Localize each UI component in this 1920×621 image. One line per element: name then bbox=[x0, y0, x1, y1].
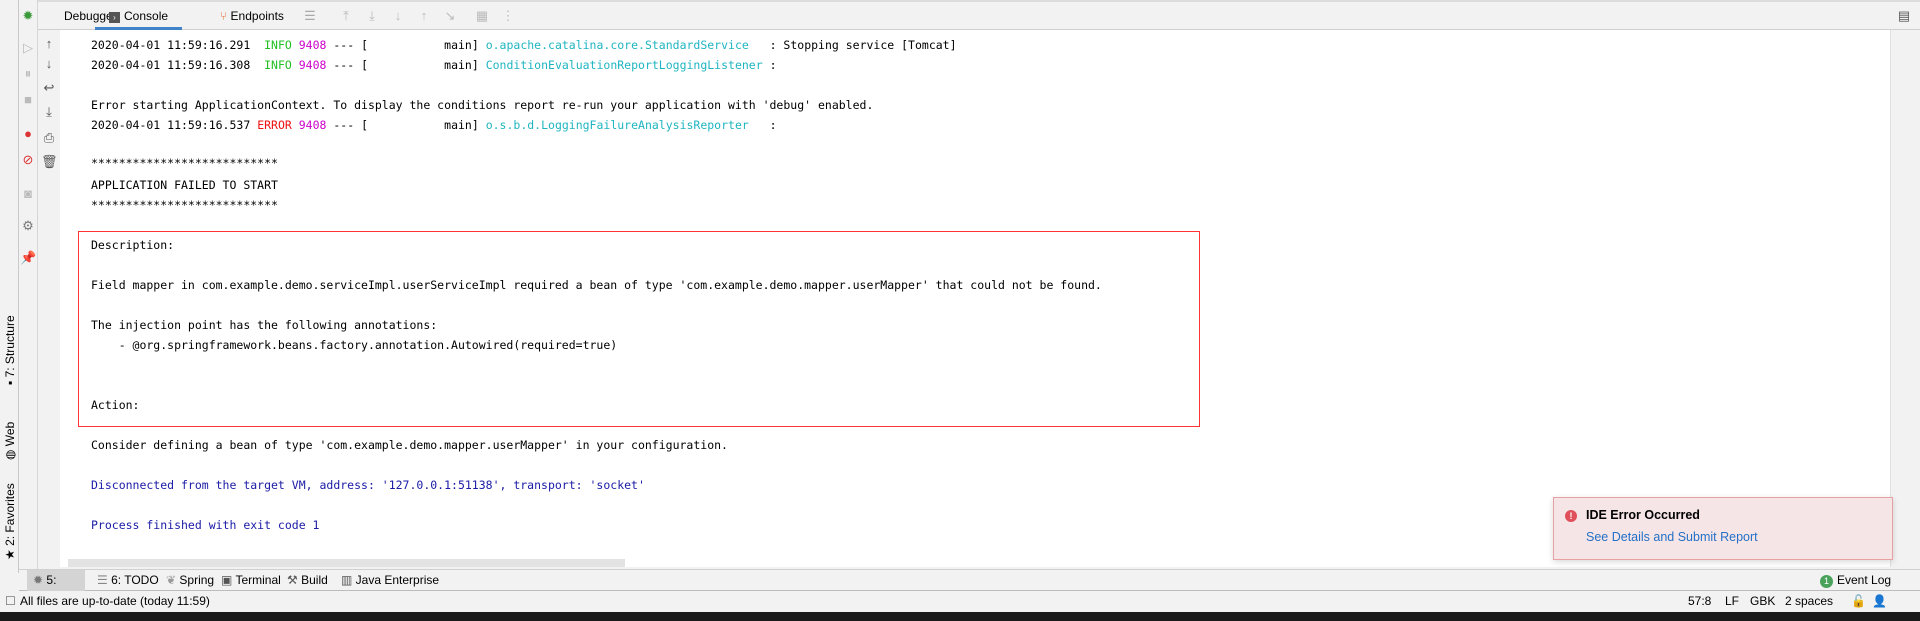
globe-icon: ◍ bbox=[3, 446, 17, 460]
status-toggle-icon[interactable]: ☐ bbox=[5, 591, 16, 612]
console-icon: › bbox=[109, 12, 120, 23]
file-encoding[interactable]: GBK bbox=[1750, 591, 1775, 612]
tool-tab-debug[interactable]: ✹ 5: Debug bbox=[27, 570, 85, 608]
list-icon: ☰ bbox=[97, 573, 112, 587]
tool-window-favorites[interactable]: ★ 2: Favorites bbox=[3, 483, 17, 560]
menu-lines-icon[interactable]: ☰ bbox=[302, 8, 318, 24]
up-arrow-icon[interactable]: ↑ bbox=[41, 36, 57, 52]
tab-console[interactable]: › Console bbox=[95, 2, 183, 30]
indent-setting[interactable]: 2 spaces bbox=[1785, 591, 1833, 612]
settings-gear-icon[interactable]: ⚙ bbox=[20, 218, 36, 234]
stop-icon[interactable]: ■ bbox=[20, 92, 36, 108]
left-tool-window-bar: ▪ 7: Structure ◍ Web ★ 2: Favorites bbox=[0, 0, 19, 573]
bug-icon: ✹ bbox=[33, 573, 47, 587]
error-context-line: Error starting ApplicationContext. To di… bbox=[91, 98, 874, 112]
scroll-to-end-icon[interactable]: ⤓ bbox=[41, 104, 57, 120]
caret-position[interactable]: 57:8 bbox=[1688, 591, 1711, 612]
os-taskbar bbox=[0, 612, 1920, 621]
failed-line: APPLICATION FAILED TO START bbox=[91, 178, 278, 192]
tool-tab-spring[interactable]: ❦ Spring bbox=[160, 570, 220, 591]
soft-wrap-icon[interactable]: ↩ bbox=[41, 80, 57, 96]
tool-tab-todo[interactable]: ☰ 6: TODO bbox=[91, 570, 165, 591]
process-line: Process finished with exit code 1 bbox=[91, 518, 320, 532]
web-label: Web bbox=[3, 421, 17, 447]
tool-window-web[interactable]: ◍ Web bbox=[3, 422, 17, 460]
debug-actions-toolbar: ✹ ▷ ⏸ ■ ● ⊘ ◙ ⚙ 📌 bbox=[19, 0, 38, 573]
print-icon[interactable]: ⎙ bbox=[41, 130, 57, 146]
line-separator[interactable]: LF bbox=[1725, 591, 1739, 612]
run-to-cursor-icon[interactable]: ↘ bbox=[442, 8, 458, 24]
step-over-icon[interactable]: ⤓ bbox=[364, 8, 380, 24]
console-label: Console bbox=[124, 9, 169, 23]
spring-leaf-icon: ❦ bbox=[166, 573, 180, 587]
trace-icon[interactable]: ⋮ bbox=[500, 8, 516, 24]
status-bar: ☐ All files are up-to-date (today 11:59)… bbox=[0, 591, 1920, 612]
debug-bug-icon: ✹ bbox=[22, 8, 34, 23]
step-out-icon[interactable]: ↑ bbox=[416, 8, 432, 24]
tool-window-tabs: ✹ 5: Debug ☰ 6: TODO ❦ Spring ▣ Terminal… bbox=[19, 569, 1920, 608]
tool-tab-terminal[interactable]: ▣ Terminal bbox=[215, 570, 287, 591]
disconnected-line: Disconnected from the target VM, address… bbox=[91, 478, 645, 492]
step-into-icon[interactable]: ↓ bbox=[390, 8, 406, 24]
status-message: All files are up-to-date (today 11:59) bbox=[20, 594, 210, 608]
tab-endpoints[interactable]: ⑂ Endpoints bbox=[220, 2, 284, 30]
structure-icon: ▪ bbox=[3, 377, 17, 385]
tool-tab-java-enterprise[interactable]: ▥ Java Enterprise bbox=[335, 570, 445, 591]
event-log-button[interactable]: 1 Event Log bbox=[1814, 570, 1897, 591]
consider-line: Consider defining a bean of type 'com.ex… bbox=[91, 438, 728, 452]
evaluate-expression-icon[interactable]: ▦ bbox=[474, 8, 490, 24]
tool-window-structure[interactable]: ▪ 7: Structure bbox=[3, 315, 17, 385]
debug-tab-bar: Debugger › Console ⑂ Endpoints ☰ ⤒ ⤓ ↓ ↑ … bbox=[38, 0, 1920, 30]
log-line: 2020-04-01 11:59:16.537 ERROR 9408 --- [… bbox=[91, 118, 777, 132]
error-icon: ! bbox=[1565, 510, 1577, 522]
tool-tab-build[interactable]: ⚒ Build bbox=[281, 570, 334, 591]
hammer-icon: ⚒ bbox=[287, 573, 302, 587]
view-breakpoints-icon[interactable]: ● bbox=[20, 126, 36, 142]
star-icon: ★ bbox=[3, 545, 17, 560]
inspector-icon[interactable]: 👤 bbox=[1872, 591, 1887, 612]
stars-line: *************************** bbox=[91, 156, 278, 170]
down-arrow-icon[interactable]: ↓ bbox=[41, 56, 57, 72]
pin-icon[interactable]: 📌 bbox=[20, 250, 36, 266]
ide-error-notification: ! IDE Error Occurred See Details and Sub… bbox=[1553, 497, 1893, 560]
log-line: 2020-04-01 11:59:16.308 INFO 9408 --- [ … bbox=[91, 58, 777, 72]
event-count-badge: 1 bbox=[1820, 575, 1833, 588]
trash-icon[interactable]: 🗑 bbox=[41, 154, 58, 170]
favorites-label: 2: Favorites bbox=[3, 483, 17, 546]
console-toolbar: ↑ ↓ ↩ ⤓ ⎙ 🗑 bbox=[38, 30, 60, 567]
pause-icon[interactable]: ⏸ bbox=[20, 66, 36, 82]
notification-title: IDE Error Occurred bbox=[1586, 508, 1700, 522]
submit-report-link[interactable]: See Details and Submit Report bbox=[1586, 530, 1758, 544]
endpoints-icon: ⑂ bbox=[220, 9, 231, 23]
lock-icon[interactable]: 🔓 bbox=[1851, 591, 1866, 612]
show-execution-point-icon[interactable]: ⤒ bbox=[338, 8, 354, 24]
java-enterprise-icon: ▥ bbox=[341, 573, 356, 587]
log-line: 2020-04-01 11:59:16.291 INFO 9408 --- [ … bbox=[91, 38, 957, 52]
mute-breakpoints-icon[interactable]: ⊘ bbox=[20, 152, 36, 168]
resume-icon[interactable]: ▷ bbox=[20, 40, 36, 56]
layout-icon[interactable]: ▤ bbox=[1896, 8, 1912, 24]
highlight-box bbox=[78, 231, 1200, 427]
horizontal-scrollbar[interactable] bbox=[68, 559, 625, 567]
endpoints-label: Endpoints bbox=[230, 9, 284, 23]
vertical-scrollbar[interactable] bbox=[1890, 30, 1920, 567]
stars-line: *************************** bbox=[91, 198, 278, 212]
terminal-icon: ▣ bbox=[221, 573, 236, 587]
camera-icon[interactable]: ◙ bbox=[20, 186, 36, 202]
structure-label: 7: Structure bbox=[3, 315, 17, 378]
